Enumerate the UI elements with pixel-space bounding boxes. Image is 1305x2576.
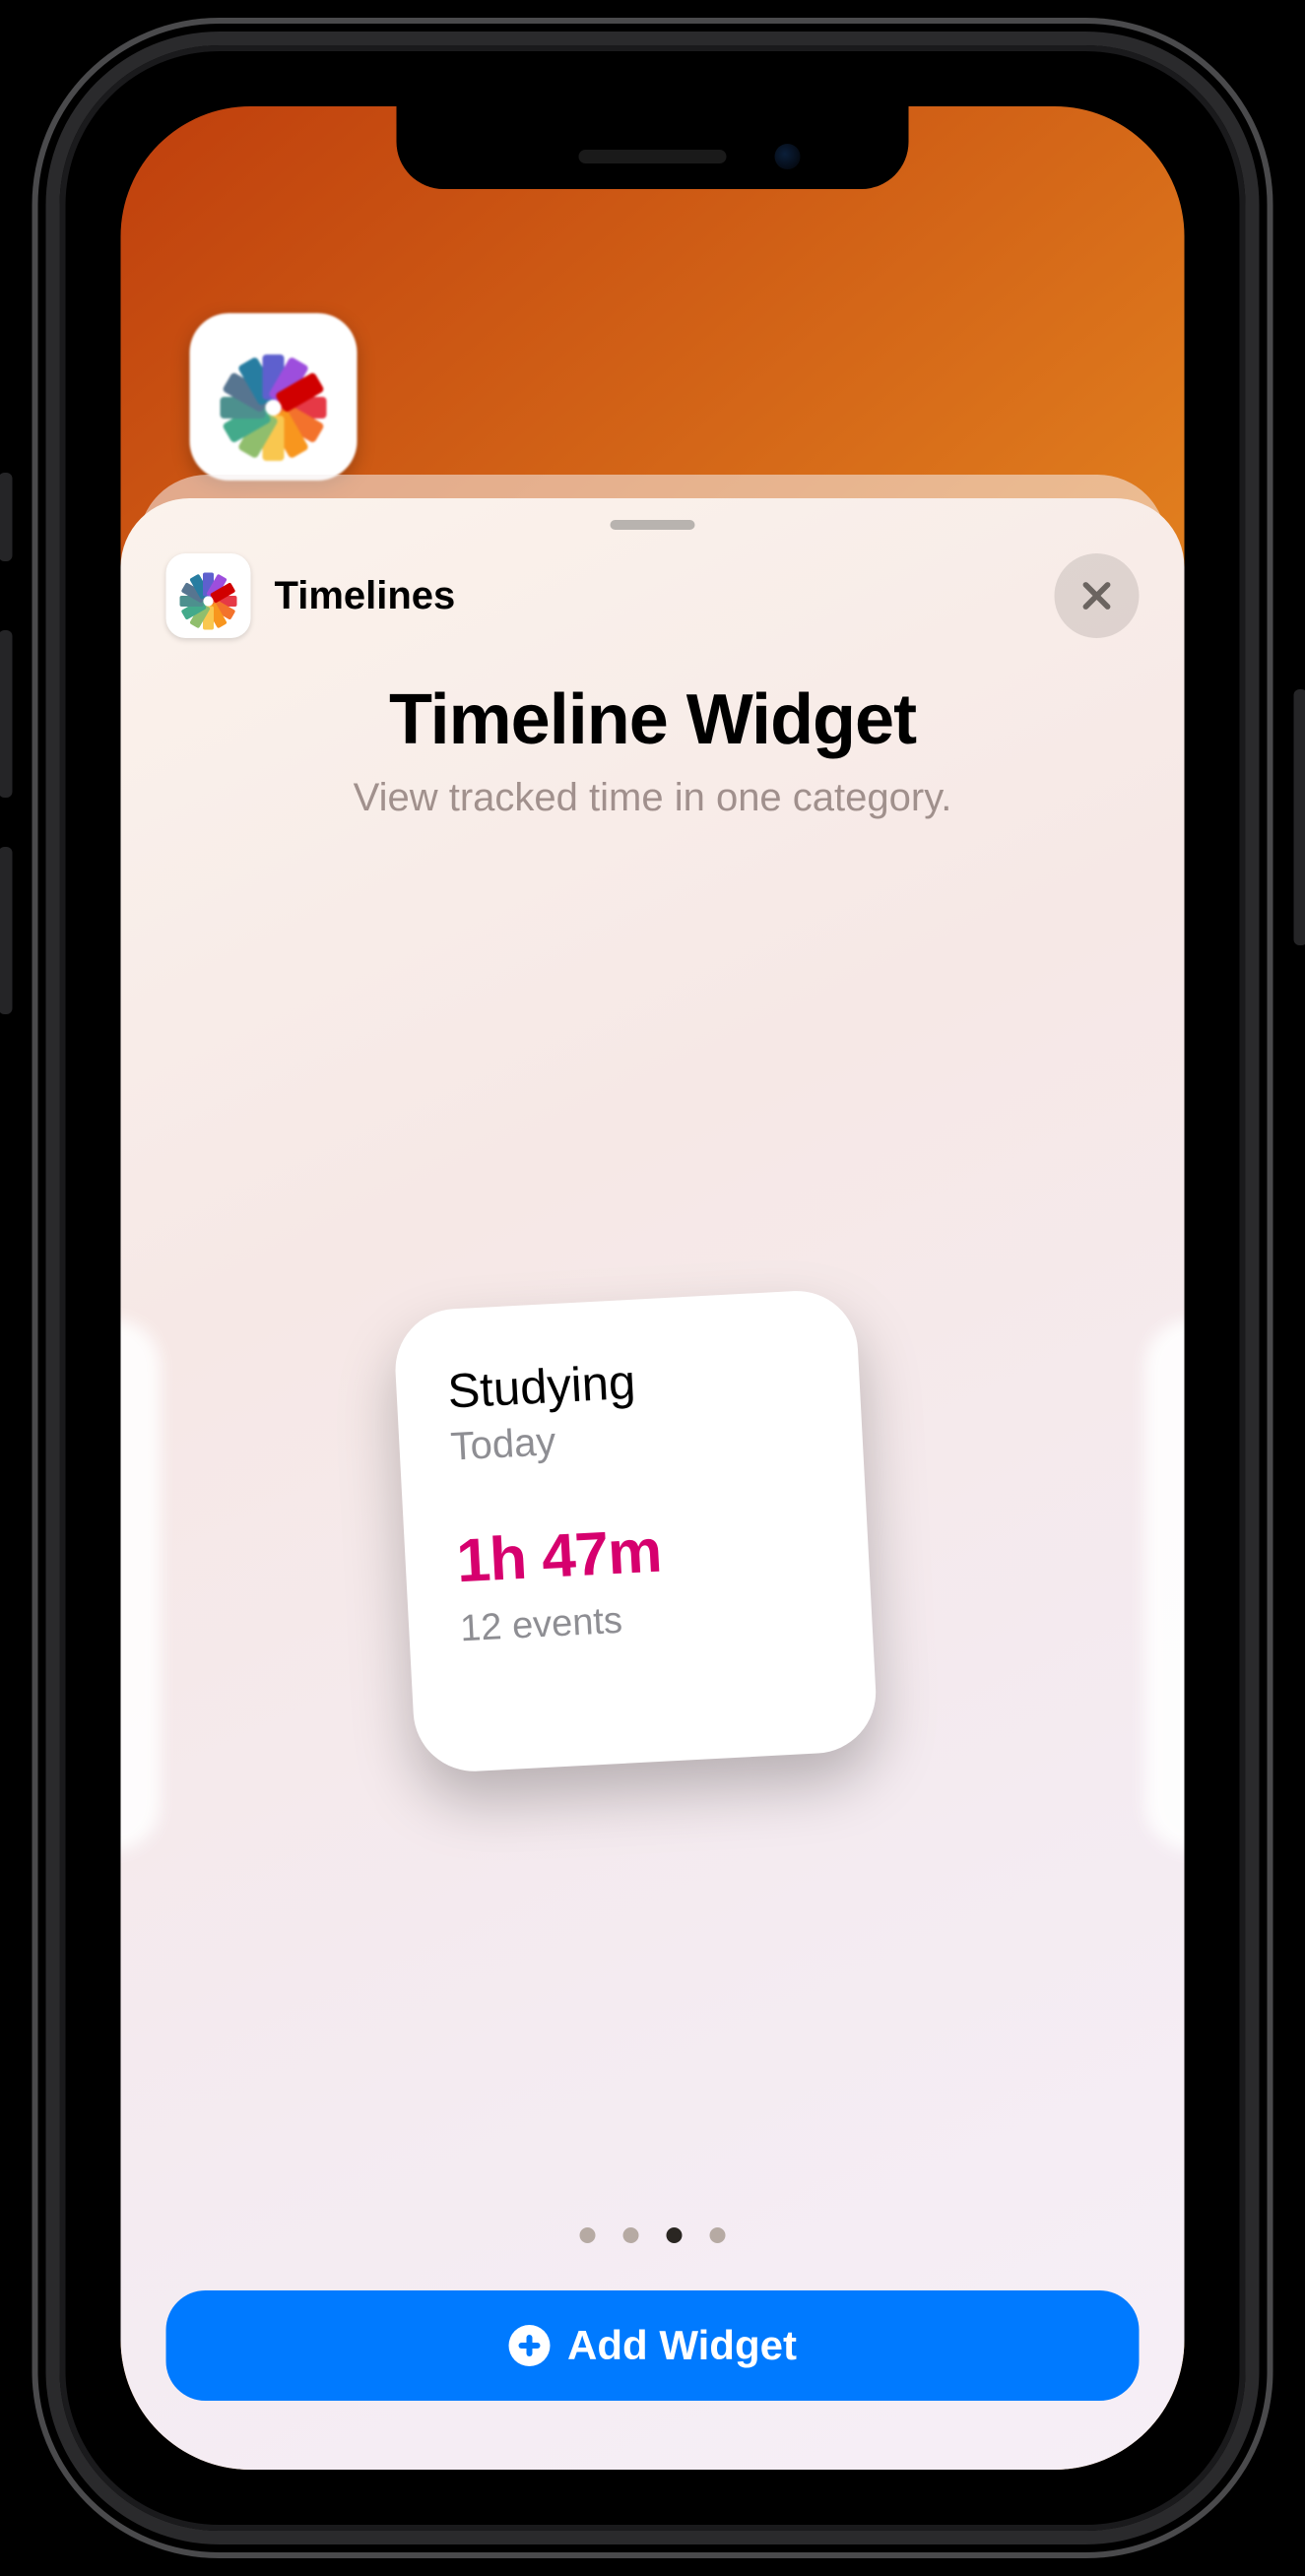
widget-carousel[interactable]: Studying Today 1h 47m 12 events — [121, 879, 1185, 2290]
screen: Timelines Timeline Widget View tracked t… — [121, 106, 1185, 2470]
page-dot[interactable] — [623, 2227, 639, 2243]
page-dot[interactable] — [580, 2227, 596, 2243]
app-name-label: Timelines — [275, 574, 456, 618]
carousel-peek-next[interactable] — [1145, 1320, 1185, 1851]
page-title: Timeline Widget — [180, 679, 1126, 760]
add-widget-button[interactable]: Add Widget — [166, 2290, 1140, 2401]
title-block: Timeline Widget View tracked time in one… — [121, 646, 1185, 820]
page-indicator — [580, 2227, 726, 2243]
timelines-app-icon — [215, 338, 333, 456]
widget-duration-value: 1h 47m — [455, 1509, 818, 1597]
close-button[interactable] — [1055, 553, 1140, 638]
widget-config-sheet: Timelines Timeline Widget View tracked t… — [121, 498, 1185, 2470]
carousel-peek-prev[interactable] — [121, 1320, 161, 1851]
device-volume-down — [0, 847, 12, 1014]
app-icon — [166, 553, 251, 638]
device-mute-switch — [0, 473, 12, 561]
page-dot[interactable] — [667, 2227, 683, 2243]
device-volume-up — [0, 630, 12, 798]
footer-actions: Add Widget — [121, 2290, 1185, 2470]
device-notch — [397, 106, 909, 189]
page-dot[interactable] — [710, 2227, 726, 2243]
device-frame: Timelines Timeline Widget View tracked t… — [0, 0, 1305, 2576]
page-subtitle: View tracked time in one category. — [180, 776, 1126, 820]
widget-event-count: 12 events — [459, 1589, 821, 1650]
add-widget-label: Add Widget — [567, 2322, 797, 2369]
close-icon — [1078, 577, 1116, 614]
device-side-button — [1293, 689, 1305, 945]
sheet-header: Timelines — [121, 498, 1185, 646]
app-badge: Timelines — [166, 553, 456, 638]
homescreen-app-icon — [190, 313, 358, 481]
device-outer-shell: Timelines Timeline Widget View tracked t… — [33, 18, 1273, 2558]
timelines-wheel-icon — [178, 565, 239, 626]
widget-preview-card: Studying Today 1h 47m 12 events — [392, 1288, 879, 1774]
device-inner-shell: Timelines Timeline Widget View tracked t… — [60, 45, 1246, 2531]
plus-circle-icon — [508, 2325, 550, 2366]
